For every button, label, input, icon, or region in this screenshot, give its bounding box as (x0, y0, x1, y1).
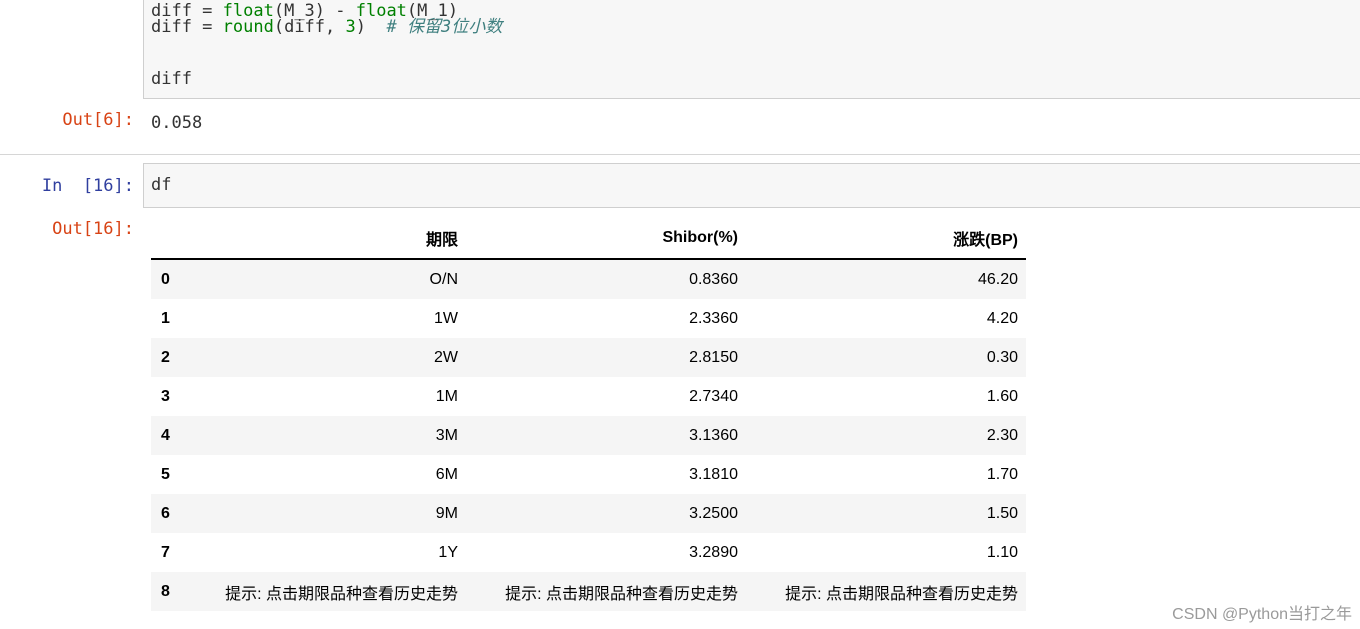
notebook-page: diff = float(M_3) - float(M_1) diff = ro… (0, 0, 1360, 629)
cell-term: 9M (435, 504, 458, 522)
cell-term: 3M (435, 426, 458, 444)
cell-shibor: 3.1810 (689, 465, 738, 483)
header-shibor: Shibor(%) (466, 218, 746, 260)
table-row: 6 9M 3.2500 1.50 (151, 494, 1026, 533)
row-index: 1 (161, 309, 170, 327)
table-row: 7 1Y 3.2890 1.10 (151, 533, 1026, 572)
cell-shibor: 2.8150 (689, 348, 738, 366)
table-row: 3 1M 2.7340 1.60 (151, 377, 1026, 416)
cell-change: 1.70 (986, 465, 1018, 483)
row-index: 4 (161, 426, 170, 444)
row-index: 6 (161, 504, 170, 522)
table-row: 8 提示: 点击期限品种查看历史走势 提示: 点击期限品种查看历史走势 提示: … (151, 572, 1026, 611)
cell-shibor: 2.7340 (689, 387, 738, 405)
table-row: 0 O/N 0.8360 46.20 (151, 259, 1026, 299)
cell-change: 1.50 (986, 504, 1018, 522)
row-index: 7 (161, 543, 170, 561)
table-row: 5 6M 3.1810 1.70 (151, 455, 1026, 494)
code-line-2: diff = round(diff, 3) # 保留3位小数 (151, 17, 503, 37)
cell-change: 提示: 点击期限品种查看历史走势 (785, 585, 1018, 603)
cell-divider (0, 154, 1360, 155)
row-index: 3 (161, 387, 170, 405)
cell-term: 1Y (438, 543, 458, 561)
cell-term: 1W (434, 309, 458, 327)
cell-term: 提示: 点击期限品种查看历史走势 (225, 585, 458, 603)
cell-shibor: 3.1360 (689, 426, 738, 444)
out6-value: 0.058 (151, 113, 203, 133)
cell-term: 2W (434, 348, 458, 366)
in16-prompt: In [16]: (41, 176, 134, 196)
cell-shibor: 2.3360 (689, 309, 738, 327)
cell-change: 0.30 (986, 348, 1018, 366)
dataframe-table: 期限 Shibor(%) 涨跌(BP) 0 O/N 0.8360 46.20 1… (151, 218, 1026, 611)
table-header-row: 期限 Shibor(%) 涨跌(BP) (151, 218, 1026, 260)
row-index: 0 (161, 270, 170, 288)
cell-term: 6M (435, 465, 458, 483)
cell-shibor: 提示: 点击期限品种查看历史走势 (505, 585, 738, 603)
cell-change: 46.20 (977, 270, 1018, 288)
code-cell-in16[interactable]: df (143, 163, 1360, 208)
code-cell-previous[interactable]: diff = float(M_3) - float(M_1) diff = ro… (143, 0, 1360, 99)
cell-change: 2.30 (986, 426, 1018, 444)
table-row: 2 2W 2.8150 0.30 (151, 338, 1026, 377)
cell-change: 4.20 (986, 309, 1018, 327)
out16-prompt: Out[16]: (52, 219, 134, 239)
cell-term: 1M (435, 387, 458, 405)
row-index: 5 (161, 465, 170, 483)
out6-prompt: Out[6]: (62, 110, 134, 130)
header-term: 期限 (187, 218, 466, 260)
cell-shibor: 3.2890 (689, 543, 738, 561)
in16-code: df (151, 175, 172, 195)
header-change: 涨跌(BP) (746, 218, 1026, 260)
code-line-3: diff (151, 69, 192, 89)
row-index: 2 (161, 348, 170, 366)
cell-shibor: 3.2500 (689, 504, 738, 522)
cell-change: 1.60 (986, 387, 1018, 405)
row-index: 8 (161, 582, 170, 600)
header-index (151, 218, 187, 260)
cell-shibor: 0.8360 (689, 270, 738, 288)
csdn-watermark: CSDN @Python当打之年 (1172, 606, 1352, 623)
table-row: 1 1W 2.3360 4.20 (151, 299, 1026, 338)
cell-change: 1.10 (986, 543, 1018, 561)
cell-term: O/N (429, 270, 458, 288)
table-row: 4 3M 3.1360 2.30 (151, 416, 1026, 455)
